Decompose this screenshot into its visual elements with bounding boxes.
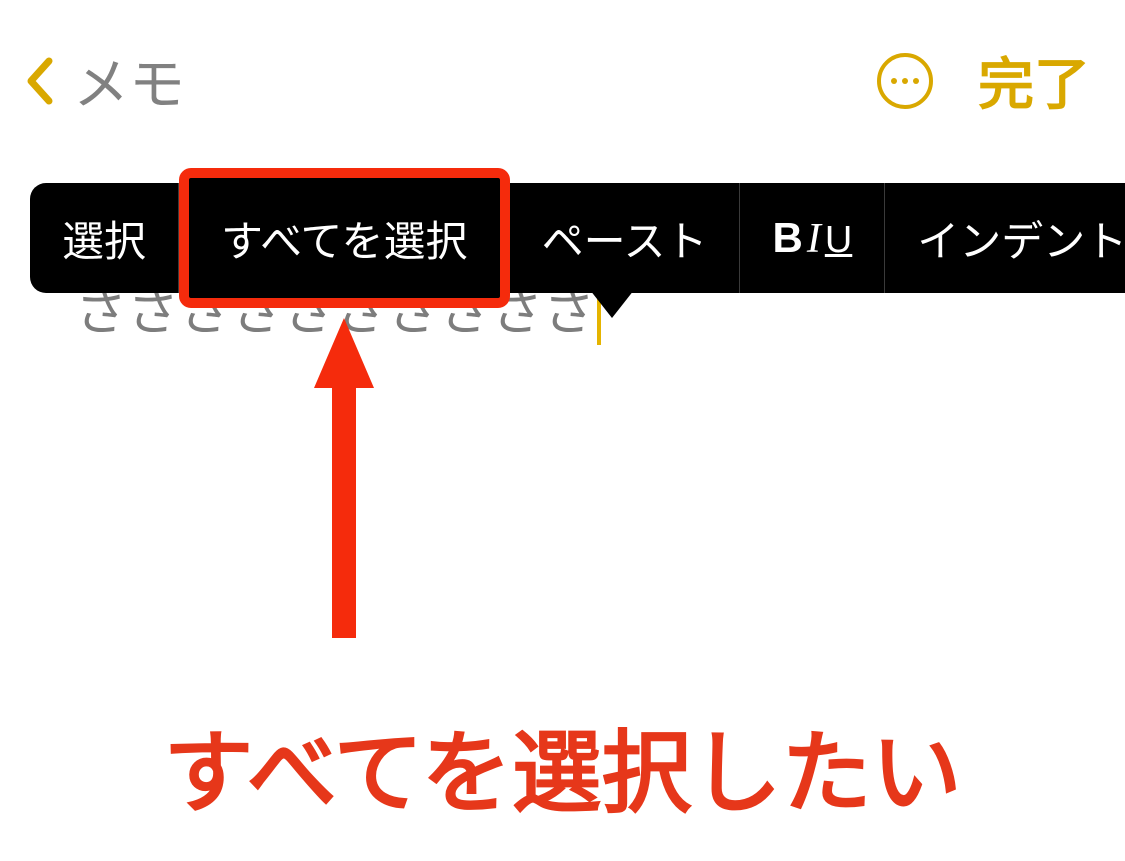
menu-indent[interactable]: インデント bbox=[885, 183, 1125, 293]
menu-format[interactable]: B I U bbox=[740, 183, 885, 293]
annotation-caption: すべてを選択したい bbox=[0, 700, 1125, 830]
italic-icon: I bbox=[807, 215, 821, 263]
navigation-bar: メモ 完了 bbox=[0, 0, 1125, 151]
more-dot-icon bbox=[913, 78, 919, 84]
bold-icon: B bbox=[772, 214, 802, 262]
annotation-arrow-icon bbox=[304, 318, 384, 638]
menu-paste[interactable]: ペースト bbox=[510, 183, 741, 293]
nav-right: 完了 bbox=[877, 40, 1090, 121]
underline-icon: U bbox=[825, 219, 852, 262]
more-button[interactable] bbox=[877, 53, 933, 109]
context-menu: 選択 すべてを選択 ペースト B I U インデント bbox=[30, 183, 1125, 293]
biu-icon: B I U bbox=[772, 214, 852, 263]
done-button[interactable]: 完了 bbox=[978, 40, 1090, 121]
more-dot-icon bbox=[891, 78, 897, 84]
back-label: メモ bbox=[73, 40, 185, 121]
menu-tail-icon bbox=[590, 290, 634, 318]
menu-select[interactable]: 選択 bbox=[30, 183, 179, 293]
menu-select-all[interactable]: すべてを選択 bbox=[179, 168, 510, 308]
more-dot-icon bbox=[902, 78, 908, 84]
chevron-left-icon bbox=[25, 57, 53, 105]
back-button[interactable]: メモ bbox=[25, 40, 185, 121]
